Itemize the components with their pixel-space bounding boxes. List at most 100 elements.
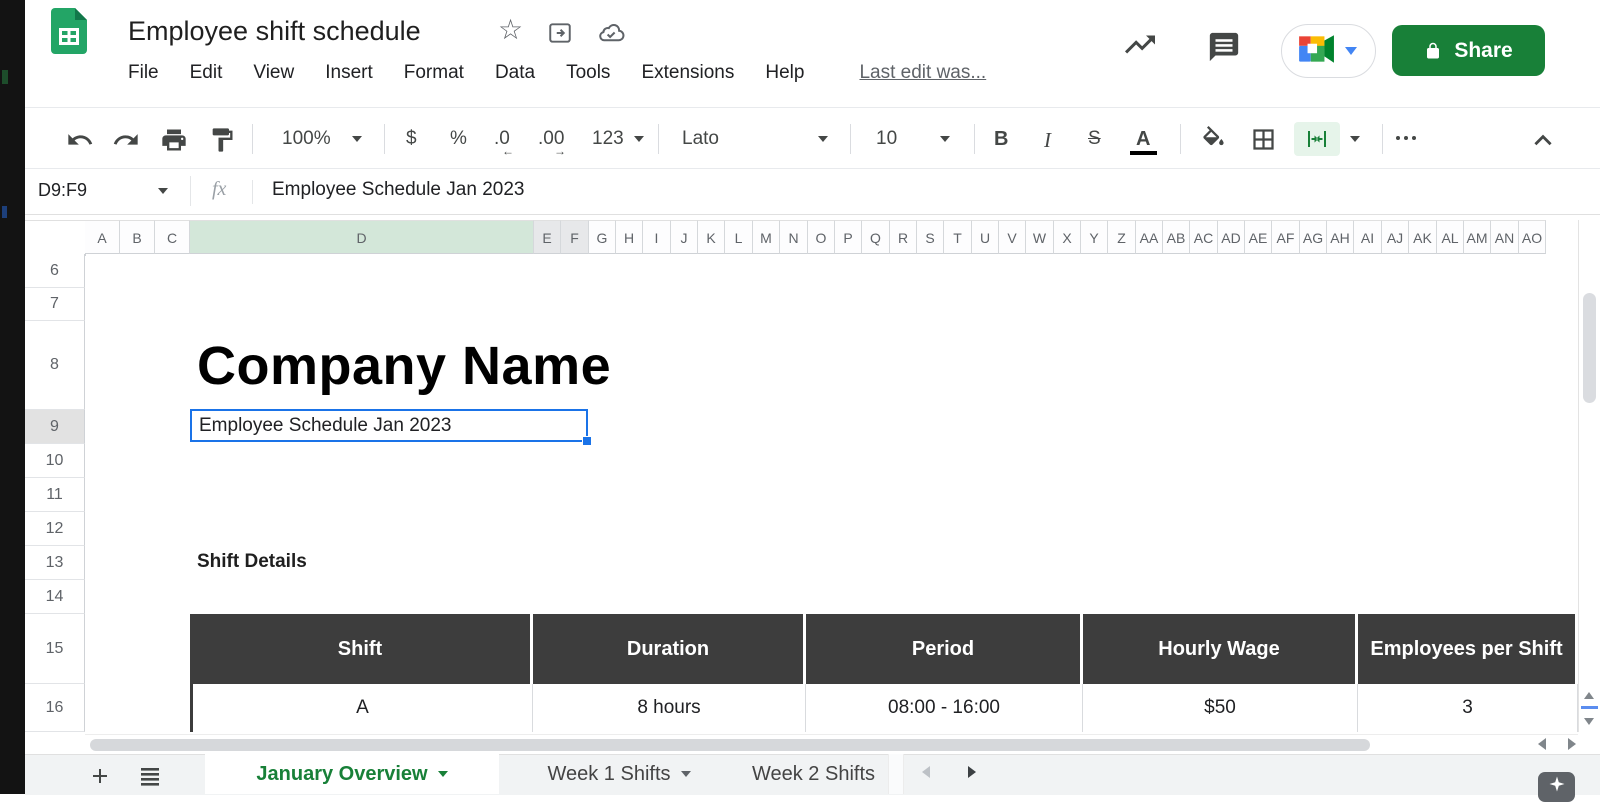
add-sheet-icon[interactable]: [88, 764, 112, 793]
merge-cells-button[interactable]: [1294, 122, 1340, 156]
column-header-AK[interactable]: AK: [1409, 220, 1437, 254]
font-name-caret-icon[interactable]: [818, 136, 828, 142]
print-icon[interactable]: [160, 126, 188, 159]
table-header-cell[interactable]: Employees per Shift: [1358, 614, 1578, 684]
column-header-V[interactable]: V: [999, 220, 1026, 254]
more-toolbar-icon[interactable]: [1396, 136, 1416, 140]
column-header-F[interactable]: F: [561, 220, 589, 254]
table-header-cell[interactable]: Hourly Wage: [1083, 614, 1358, 684]
row-header-12[interactable]: 12: [25, 512, 85, 546]
text-color-button[interactable]: A: [1136, 128, 1150, 151]
move-to-folder-icon[interactable]: [546, 20, 574, 51]
column-header-AG[interactable]: AG: [1300, 220, 1327, 254]
column-header-AB[interactable]: AB: [1163, 220, 1190, 254]
zoom-select[interactable]: 100%: [282, 128, 331, 150]
column-header-AI[interactable]: AI: [1354, 220, 1382, 254]
column-header-C[interactable]: C: [155, 220, 190, 254]
strikethrough-button[interactable]: S: [1088, 128, 1101, 150]
row-header-9[interactable]: 9: [25, 410, 85, 444]
row-header-6[interactable]: 6: [25, 254, 85, 288]
fill-color-icon[interactable]: [1200, 126, 1227, 158]
table-header-cell[interactable]: Period: [806, 614, 1083, 684]
table-cell[interactable]: 8 hours: [533, 684, 806, 732]
column-header-O[interactable]: O: [808, 220, 835, 254]
sheet-tab-january-overview[interactable]: January Overview: [205, 754, 499, 794]
number-format-button[interactable]: 123: [592, 128, 624, 150]
scroll-right-icon[interactable]: [1568, 738, 1576, 750]
column-header-M[interactable]: M: [753, 220, 780, 254]
table-cell[interactable]: 08:00 - 16:00: [806, 684, 1083, 732]
column-header-R[interactable]: R: [890, 220, 917, 254]
font-name-select[interactable]: Lato: [682, 128, 719, 150]
column-header-P[interactable]: P: [835, 220, 862, 254]
meet-dropdown-caret[interactable]: [1345, 47, 1357, 55]
scroll-left-icon[interactable]: [1538, 738, 1546, 750]
row-header-14[interactable]: 14: [25, 580, 85, 614]
comments-icon[interactable]: [1206, 30, 1242, 69]
column-header-Z[interactable]: Z: [1108, 220, 1136, 254]
column-header-AH[interactable]: AH: [1327, 220, 1354, 254]
name-box[interactable]: D9:F9: [38, 180, 87, 201]
table-cell[interactable]: 3: [1358, 684, 1578, 732]
font-size-caret-icon[interactable]: [940, 136, 950, 142]
column-header-AL[interactable]: AL: [1437, 220, 1464, 254]
sheet-tab-week-1-shifts[interactable]: Week 1 Shifts: [499, 754, 739, 794]
sheet-tab-week-2-shifts[interactable]: Week 2 Shifts: [739, 754, 888, 794]
selected-cell[interactable]: Employee Schedule Jan 2023: [190, 409, 588, 442]
italic-button[interactable]: I: [1044, 128, 1051, 153]
document-title[interactable]: Employee shift schedule: [128, 16, 421, 47]
paint-format-icon[interactable]: [208, 126, 236, 159]
menu-file[interactable]: File: [128, 62, 159, 84]
undo-icon[interactable]: [66, 126, 94, 159]
column-header-S[interactable]: S: [917, 220, 944, 254]
menu-edit[interactable]: Edit: [190, 62, 223, 84]
column-header-AM[interactable]: AM: [1464, 220, 1491, 254]
scroll-up-icon[interactable]: [1584, 692, 1594, 699]
table-cell[interactable]: $50: [1083, 684, 1358, 732]
format-currency-button[interactable]: $: [406, 128, 417, 150]
column-header-D[interactable]: D: [190, 220, 534, 254]
collapse-toolbar-icon[interactable]: [1530, 128, 1556, 159]
font-size-select[interactable]: 10: [876, 128, 897, 150]
column-header-AA[interactable]: AA: [1136, 220, 1163, 254]
column-header-X[interactable]: X: [1054, 220, 1081, 254]
column-header-Q[interactable]: Q: [862, 220, 890, 254]
tabs-scroll-right-icon[interactable]: [968, 766, 976, 778]
redo-icon[interactable]: [112, 126, 140, 159]
column-header-U[interactable]: U: [972, 220, 999, 254]
last-edit-link[interactable]: Last edit was...: [859, 62, 986, 84]
column-header-Y[interactable]: Y: [1081, 220, 1108, 254]
sheets-logo[interactable]: [48, 8, 90, 54]
zoom-caret-icon[interactable]: [352, 136, 362, 142]
column-header-B[interactable]: B: [120, 220, 155, 254]
sheet-tab-caret-icon[interactable]: [437, 771, 448, 777]
row-header-13[interactable]: 13: [25, 546, 85, 580]
column-header-AD[interactable]: AD: [1218, 220, 1245, 254]
vertical-scrollbar-thumb[interactable]: [1583, 293, 1596, 403]
star-icon[interactable]: ☆: [498, 16, 523, 44]
number-format-caret-icon[interactable]: [634, 136, 644, 142]
bold-button[interactable]: B: [994, 128, 1008, 151]
column-header-I[interactable]: I: [643, 220, 671, 254]
column-header-T[interactable]: T: [944, 220, 972, 254]
column-header-J[interactable]: J: [671, 220, 698, 254]
borders-icon[interactable]: [1250, 126, 1277, 158]
column-header-E[interactable]: E: [534, 220, 561, 254]
column-header-AE[interactable]: AE: [1245, 220, 1272, 254]
tabs-scroll-left-icon[interactable]: [922, 766, 930, 778]
table-cell[interactable]: A: [190, 684, 533, 732]
menu-extensions[interactable]: Extensions: [641, 62, 734, 84]
formula-input[interactable]: Employee Schedule Jan 2023: [272, 179, 524, 201]
row-header-10[interactable]: 10: [25, 444, 85, 478]
merge-caret-icon[interactable]: [1350, 136, 1360, 142]
menu-help[interactable]: Help: [765, 62, 804, 84]
fill-handle[interactable]: [582, 436, 592, 446]
column-header-K[interactable]: K: [698, 220, 725, 254]
row-header-16[interactable]: 16: [25, 684, 85, 732]
cloud-saved-icon[interactable]: [596, 20, 626, 51]
column-header-W[interactable]: W: [1026, 220, 1054, 254]
row-header-11[interactable]: 11: [25, 478, 85, 512]
format-percent-button[interactable]: %: [450, 128, 467, 150]
meet-call-button[interactable]: [1281, 24, 1376, 78]
share-button[interactable]: Share: [1392, 25, 1545, 76]
